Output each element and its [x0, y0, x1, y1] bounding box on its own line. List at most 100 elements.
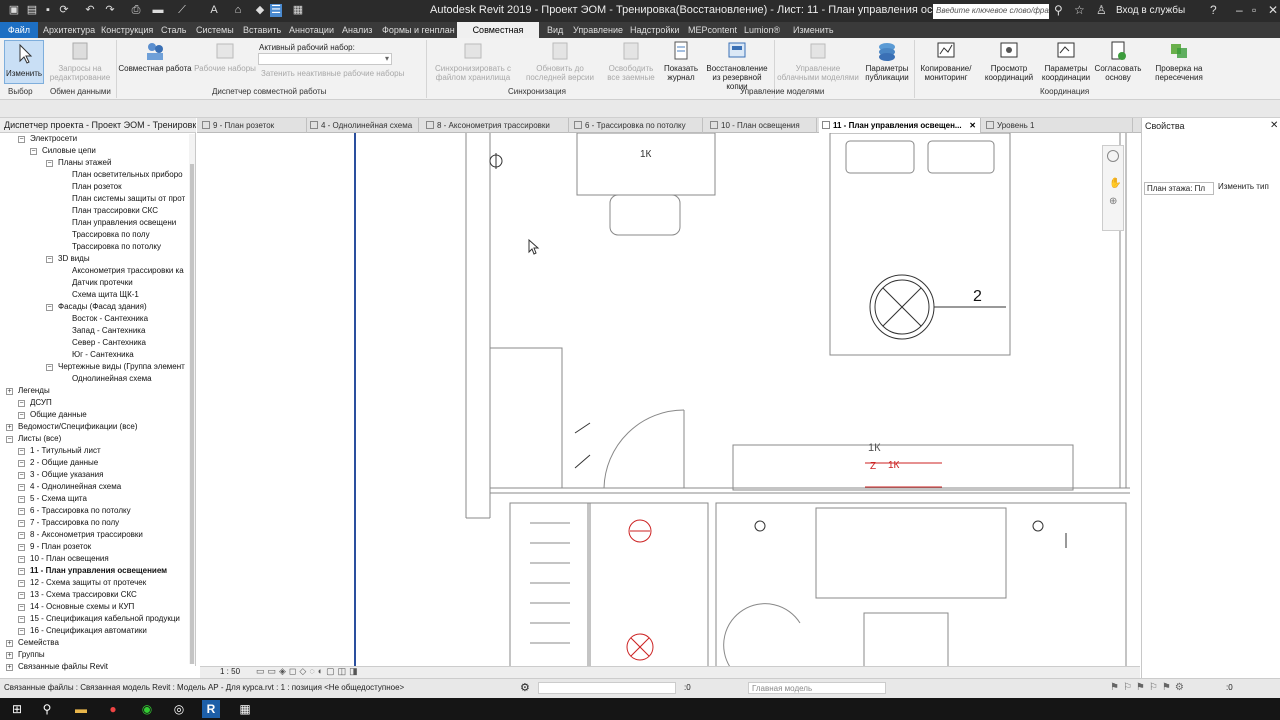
tree-item[interactable]: План трассировки СКС	[72, 206, 158, 216]
tree-expand-icon[interactable]: −	[30, 148, 37, 155]
minimize-icon[interactable]: –	[1236, 3, 1243, 17]
tab-addins[interactable]: Надстройки	[630, 22, 679, 38]
tree-expand-icon[interactable]: −	[18, 592, 25, 599]
tab-systems[interactable]: Системы	[196, 22, 234, 38]
tree-expand-icon[interactable]: −	[6, 436, 13, 443]
tree-item[interactable]: 15 - Спецификация кабельной продукци	[30, 614, 180, 624]
tab-annotate[interactable]: Аннотации	[289, 22, 334, 38]
selection-filters-icons[interactable]: ⚑⚐⚑⚐⚑⚙	[1110, 682, 1188, 693]
section-icon[interactable]: ◆	[254, 4, 266, 17]
type-selector[interactable]: План этажа: Пл	[1144, 182, 1214, 195]
close-tab-icon[interactable]: ✕	[969, 118, 976, 133]
tab-collaborate[interactable]: Совместная работа	[457, 22, 539, 51]
calculator-icon[interactable]: ▦	[236, 700, 254, 718]
tree-item[interactable]: Ведомости/Спецификации (все)	[18, 422, 138, 432]
tree-item[interactable]: 5 - Схема щита	[30, 494, 87, 504]
tree-item[interactable]: 14 - Основные схемы и КУП	[30, 602, 134, 612]
tree-expand-icon[interactable]: −	[18, 628, 25, 635]
view-scale[interactable]: 1 : 50	[220, 667, 240, 676]
coord-settings-button[interactable]: Параметры координации	[1040, 40, 1092, 82]
tree-expand-icon[interactable]: −	[18, 460, 25, 467]
copy-monitor-button[interactable]: Копирование/ мониторинг	[916, 40, 976, 82]
tree-item[interactable]: Электросети	[30, 134, 77, 144]
panel-select-label[interactable]: Выбор	[8, 87, 33, 96]
design-option-select[interactable]: Главная модель	[748, 682, 886, 694]
user-icon[interactable]: ♙	[1096, 3, 1107, 17]
tree-item[interactable]: 9 - План розеток	[30, 542, 91, 552]
close-properties-icon[interactable]: ✕	[1270, 120, 1278, 131]
revit-icon[interactable]: R	[202, 700, 220, 718]
edit-type-button[interactable]: Изменить тип	[1218, 182, 1269, 191]
tab-view-lighting[interactable]: 10 - План освещения	[707, 118, 817, 133]
print-icon[interactable]: ⎙	[130, 4, 142, 17]
steering-wheel-icon[interactable]	[1107, 150, 1119, 162]
tree-item[interactable]: 4 - Однолинейная схема	[30, 482, 121, 492]
tree-item[interactable]: 2 - Общие данные	[30, 458, 98, 468]
measure-icon[interactable]: ▬	[152, 4, 164, 17]
restore-backup-button[interactable]: Восстановление из резервной копии	[702, 40, 772, 91]
tree-item[interactable]: Север - Сантехника	[72, 338, 146, 348]
tab-modify[interactable]: Изменить	[793, 22, 834, 38]
search-icon[interactable]: ⚲	[1054, 3, 1063, 17]
manage-cloud-button[interactable]: Управление облачными моделями	[776, 40, 860, 82]
gray-inactive-worksets[interactable]: Затенить неактивные рабочие наборы	[261, 69, 404, 78]
editing-requests-button[interactable]: Запросы на редактирование	[46, 40, 114, 82]
tree-item[interactable]: 7 - Трассировка по полу	[30, 518, 119, 528]
tree-expand-icon[interactable]: +	[6, 652, 13, 659]
tree-item[interactable]: 16 - Спецификация автоматики	[30, 626, 147, 636]
close-icon[interactable]: ✕	[1268, 3, 1278, 17]
open-icon[interactable]: ▤	[26, 4, 38, 17]
start-icon[interactable]: ⊞	[8, 700, 26, 718]
tree-expand-icon[interactable]: −	[18, 412, 25, 419]
panel-sync-label[interactable]: Синхронизация	[508, 87, 566, 96]
tree-item[interactable]: Юг - Сантехника	[72, 350, 134, 360]
relinquish-button[interactable]: Освободить все заемные	[602, 40, 660, 82]
tree-item[interactable]: План розеток	[72, 182, 122, 192]
close-hidden-icon[interactable]: ▦	[292, 4, 304, 17]
tree-item[interactable]: Запад - Сантехника	[72, 326, 145, 336]
tree-item[interactable]: Планы этажей	[58, 158, 111, 168]
search-input[interactable]: Введите ключевое слово/фразу	[933, 4, 1049, 19]
tree-expand-icon[interactable]: −	[18, 568, 25, 575]
tree-item[interactable]: Общие данные	[30, 410, 87, 420]
reload-latest-button[interactable]: Обновить до последней версии	[518, 40, 602, 82]
tree-expand-icon[interactable]: −	[46, 160, 53, 167]
tree-item[interactable]: Схема щита ЩК-1	[72, 290, 139, 300]
tree-expand-icon[interactable]: −	[18, 616, 25, 623]
active-workset-select[interactable]: ▾	[258, 53, 392, 65]
tree-expand-icon[interactable]: −	[18, 400, 25, 407]
tree-item[interactable]: 12 - Схема защиты от протечек	[30, 578, 146, 588]
tab-structure[interactable]: Конструкция	[101, 22, 153, 38]
tree-expand-icon[interactable]: −	[18, 604, 25, 611]
view-controls-icons[interactable]: ▭▭◈◻◇◌◐▢◫◨	[256, 666, 361, 677]
tree-item[interactable]: Семейства	[18, 638, 59, 648]
tree-expand-icon[interactable]: −	[18, 136, 25, 143]
file-explorer-icon[interactable]: ▬	[72, 700, 90, 718]
worksets-button[interactable]: Рабочие наборы	[192, 40, 258, 73]
tab-massing[interactable]: Формы и генплан	[382, 22, 455, 38]
app-circle-icon[interactable]: ◎	[170, 700, 188, 718]
3d-view-icon[interactable]: ⌂	[232, 4, 244, 17]
sync-central-button[interactable]: Синхронизировать с файлом хранилища	[430, 40, 516, 82]
tab-view[interactable]: Вид	[547, 22, 563, 38]
save-icon[interactable]: ▪	[42, 4, 54, 17]
tree-item[interactable]: Восток - Сантехника	[72, 314, 148, 324]
panel-manage-label[interactable]: Управление моделями	[740, 87, 824, 96]
tree-item[interactable]: Чертежные виды (Группа элемент	[58, 362, 185, 372]
worksets-status-icon[interactable]: ⚙	[520, 681, 530, 694]
tree-item[interactable]: 11 - План управления освещением	[30, 566, 167, 576]
tree-item[interactable]: Однолинейная схема	[72, 374, 152, 384]
tree-expand-icon[interactable]: −	[18, 484, 25, 491]
chrome-icon[interactable]: ●	[104, 700, 122, 718]
tree-item[interactable]: Листы (все)	[18, 434, 61, 444]
redo-icon[interactable]: ↷	[104, 4, 116, 17]
tree-expand-icon[interactable]: +	[6, 424, 13, 431]
tree-item[interactable]: План управления освещени	[72, 218, 176, 228]
scroll-thumb[interactable]	[190, 164, 194, 664]
tree-expand-icon[interactable]: −	[18, 544, 25, 551]
tab-manage[interactable]: Управление	[573, 22, 623, 38]
tree-expand-icon[interactable]: −	[46, 256, 53, 263]
tab-file[interactable]: Файл	[0, 22, 38, 38]
coord-review-button[interactable]: Просмотр координаций	[978, 40, 1040, 82]
tree-item[interactable]: Аксонометрия трассировки ка	[72, 266, 184, 276]
